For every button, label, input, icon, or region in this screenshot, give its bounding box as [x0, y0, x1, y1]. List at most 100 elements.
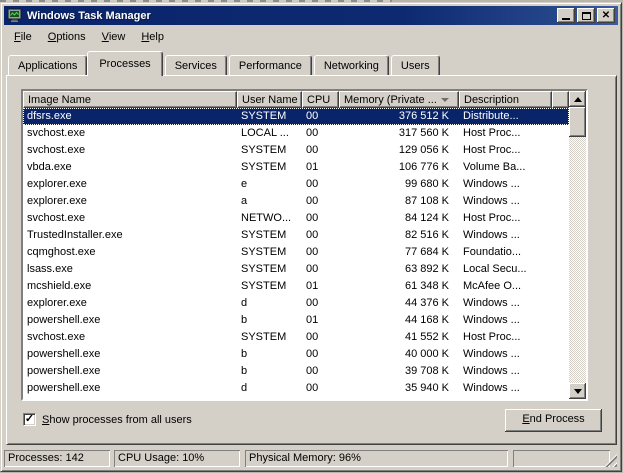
- column-header-label: User Name: [242, 94, 298, 106]
- cell-memory: 61 348 K: [339, 278, 459, 295]
- cell-cpu: 00: [302, 261, 339, 278]
- cell-user: NETWO...: [237, 210, 302, 227]
- cell-cpu: 00: [302, 295, 339, 312]
- cell-memory: 44 376 K: [339, 295, 459, 312]
- scroll-down-icon: [574, 389, 582, 394]
- cell-user: SYSTEM: [237, 261, 302, 278]
- sort-desc-icon: [441, 98, 449, 102]
- column-header-image-name[interactable]: Image Name: [23, 91, 237, 108]
- maximize-button[interactable]: [577, 8, 595, 23]
- cell-image: lsass.exe: [23, 261, 237, 278]
- cell-description: Windows ...: [459, 312, 552, 329]
- process-list: Image Name User Name CPU Memory (Private ..…: [21, 89, 588, 401]
- cell-description: Windows ...: [459, 346, 552, 363]
- title-bar[interactable]: Windows Task Manager ✕: [4, 6, 618, 25]
- cell-description: Local Secu...: [459, 261, 552, 278]
- menu-bar: FileOptionsViewHelp: [6, 28, 616, 47]
- table-row[interactable]: powershell.exed0035 940 KWindows ...: [23, 380, 569, 397]
- cell-user: a: [237, 193, 302, 210]
- tab-services[interactable]: Services: [165, 55, 227, 76]
- table-row[interactable]: explorer.exed0044 376 KWindows ...: [23, 295, 569, 312]
- status-physical-memory: Physical Memory: 96%: [245, 450, 508, 467]
- vertical-scrollbar[interactable]: [569, 91, 586, 399]
- table-row[interactable]: svchost.exeNETWO...0084 124 KHost Proc..…: [23, 210, 569, 227]
- cell-cpu: 00: [302, 346, 339, 363]
- cell-image: vbda.exe: [23, 159, 237, 176]
- table-row[interactable]: explorer.exea0087 108 KWindows ...: [23, 193, 569, 210]
- table-row[interactable]: svchost.exeLOCAL ...00317 560 KHost Proc…: [23, 125, 569, 142]
- cell-image: svchost.exe: [23, 142, 237, 159]
- cell-memory: 63 892 K: [339, 261, 459, 278]
- cell-user: b: [237, 312, 302, 329]
- tab-strip: ApplicationsProcessesServicesPerformance…: [8, 50, 614, 76]
- menu-item-help[interactable]: Help: [133, 29, 172, 46]
- tab-performance[interactable]: Performance: [229, 55, 312, 76]
- table-row[interactable]: cqmghost.exeSYSTEM0077 684 KFoundatio...: [23, 244, 569, 261]
- cell-memory: 129 056 K: [339, 142, 459, 159]
- cell-cpu: 00: [302, 142, 339, 159]
- cell-description: McAfee O...: [459, 278, 552, 295]
- column-header-cpu[interactable]: CPU: [302, 91, 339, 108]
- processes-tab-page: Image Name User Name CPU Memory (Private ..…: [6, 75, 617, 445]
- table-row[interactable]: explorer.exee0099 680 KWindows ...: [23, 176, 569, 193]
- cell-memory: 82 516 K: [339, 227, 459, 244]
- window-title: Windows Task Manager: [27, 10, 555, 22]
- cell-cpu: 00: [302, 380, 339, 397]
- scroll-up-button[interactable]: [569, 91, 586, 107]
- table-row[interactable]: mcshield.exeSYSTEM0161 348 KMcAfee O...: [23, 278, 569, 295]
- cell-user: SYSTEM: [237, 108, 302, 125]
- column-header-label: CPU: [307, 94, 330, 106]
- menu-item-options[interactable]: Options: [40, 29, 94, 46]
- cell-image: powershell.exe: [23, 312, 237, 329]
- minimize-button[interactable]: [557, 8, 575, 23]
- column-header-label: Image Name: [28, 94, 91, 106]
- column-header-description[interactable]: Description: [459, 91, 552, 108]
- cell-user: d: [237, 295, 302, 312]
- cell-image: svchost.exe: [23, 125, 237, 142]
- tab-applications[interactable]: Applications: [8, 55, 87, 76]
- cell-description: Volume Ba...: [459, 159, 552, 176]
- table-row[interactable]: svchost.exeSYSTEM00129 056 KHost Proc...: [23, 142, 569, 159]
- scrollbar-track[interactable]: [569, 107, 586, 383]
- cell-memory: 376 512 K: [339, 108, 459, 125]
- show-all-users-checkbox[interactable]: ✓: [23, 413, 36, 426]
- table-row[interactable]: powershell.exeb0040 000 KWindows ...: [23, 346, 569, 363]
- column-header-row: Image Name User Name CPU Memory (Private ..…: [23, 91, 569, 108]
- show-all-users-label[interactable]: Show processes from all users: [42, 414, 192, 426]
- tab-networking[interactable]: Networking: [314, 55, 389, 76]
- cell-image: explorer.exe: [23, 193, 237, 210]
- table-row[interactable]: powershell.exeb0039 708 KWindows ...: [23, 363, 569, 380]
- cell-description: Host Proc...: [459, 329, 552, 346]
- tab-processes[interactable]: Processes: [87, 51, 162, 76]
- cell-user: b: [237, 363, 302, 380]
- cell-description: Distribute...: [459, 108, 552, 125]
- cell-image: explorer.exe: [23, 295, 237, 312]
- cell-description: Windows ...: [459, 295, 552, 312]
- table-row[interactable]: vbda.exeSYSTEM01106 776 KVolume Ba...: [23, 159, 569, 176]
- cell-cpu: 00: [302, 329, 339, 346]
- cell-image: svchost.exe: [23, 210, 237, 227]
- status-bar: Processes: 142 CPU Usage: 10% Physical M…: [4, 446, 618, 468]
- cell-description: Host Proc...: [459, 142, 552, 159]
- cell-cpu: 01: [302, 278, 339, 295]
- tab-users[interactable]: Users: [391, 55, 440, 76]
- cell-memory: 106 776 K: [339, 159, 459, 176]
- menu-item-view[interactable]: View: [94, 29, 134, 46]
- cell-user: d: [237, 380, 302, 397]
- scrollbar-thumb[interactable]: [569, 107, 586, 137]
- scroll-down-button[interactable]: [569, 383, 586, 399]
- cell-description: Windows ...: [459, 363, 552, 380]
- table-row[interactable]: dfsrs.exeSYSTEM00376 512 KDistribute...: [23, 108, 569, 125]
- table-row[interactable]: svchost.exeSYSTEM0041 552 KHost Proc...: [23, 329, 569, 346]
- column-header-user-name[interactable]: User Name: [237, 91, 302, 108]
- table-row[interactable]: TrustedInstaller.exeSYSTEM0082 516 KWind…: [23, 227, 569, 244]
- end-process-button[interactable]: End Process: [505, 409, 602, 432]
- table-row[interactable]: lsass.exeSYSTEM0063 892 KLocal Secu...: [23, 261, 569, 278]
- menu-item-file[interactable]: File: [6, 29, 40, 46]
- process-rows: dfsrs.exeSYSTEM00376 512 KDistribute...s…: [23, 108, 569, 399]
- table-row[interactable]: powershell.exeb0144 168 KWindows ...: [23, 312, 569, 329]
- cell-memory: 317 560 K: [339, 125, 459, 142]
- column-header-memory-private[interactable]: Memory (Private ...: [339, 91, 459, 108]
- status-processes: Processes: 142: [4, 450, 110, 467]
- close-button[interactable]: ✕: [597, 8, 615, 23]
